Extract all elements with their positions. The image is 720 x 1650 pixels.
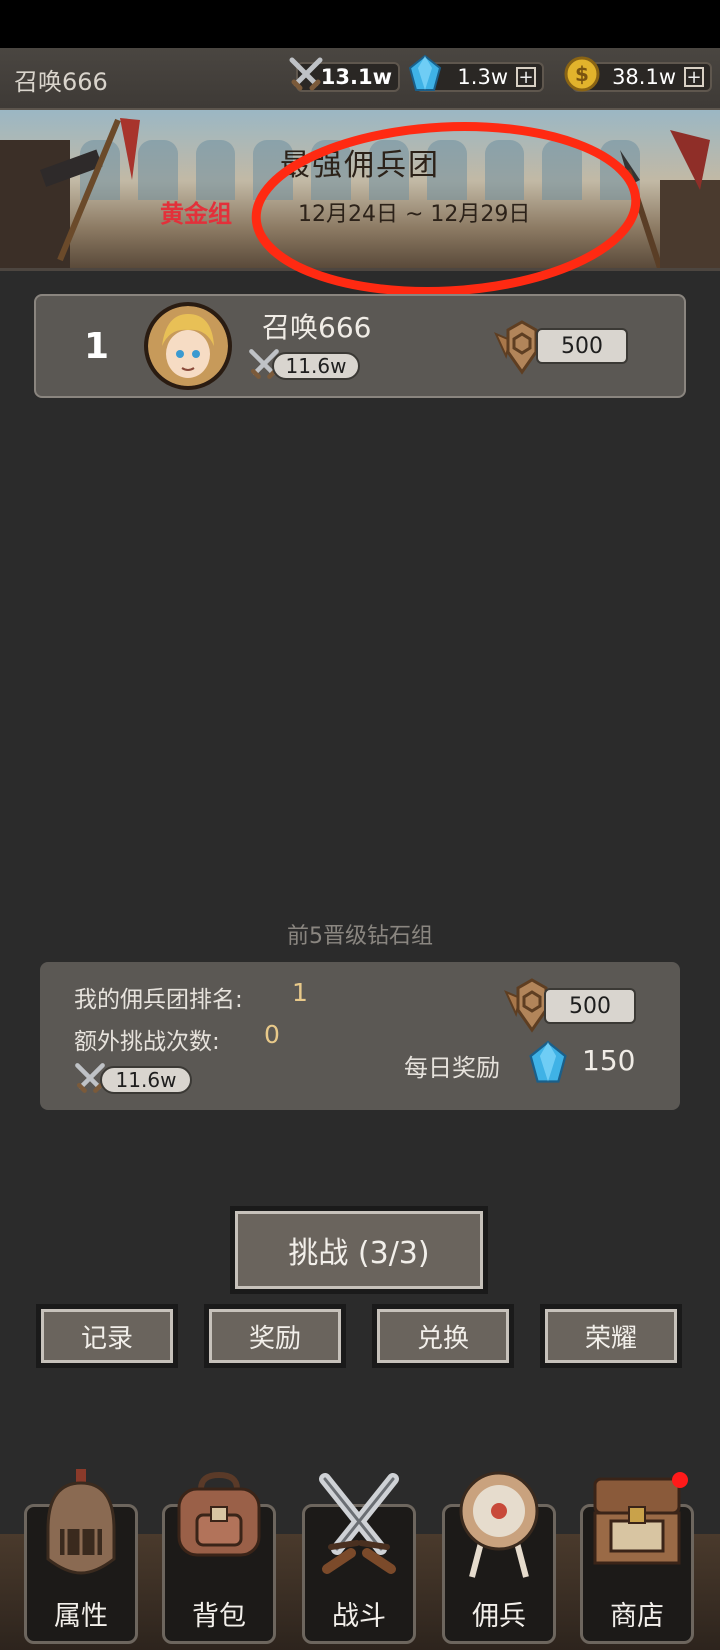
power-value: 13.1w [320,65,392,89]
add-diamond-button[interactable]: + [516,67,536,87]
record-button-label: 记录 [41,1309,173,1363]
my-rank-value: 1 [292,978,308,1007]
warrior-left-illustration [0,118,140,268]
glory-button[interactable]: 荣耀 [540,1304,682,1368]
shop-notification-dot [672,1472,688,1488]
reward-button-label: 奖励 [209,1309,341,1363]
my-rank-label: 我的佣兵团排名: [74,987,243,1013]
daily-reward-value: 150 [582,1044,636,1077]
my-power: 11.6w [100,1066,192,1094]
reward-button[interactable]: 奖励 [204,1304,346,1368]
diamond-value: 1.3w [457,65,508,89]
crossed-swords-icon [319,1473,399,1574]
my-info-panel: 我的佣兵团排名: 1 额外挑战次数: 0 11.6w 500 每日奖励 150 [40,962,680,1110]
extra-challenges-label: 额外挑战次数: [74,1029,220,1055]
crossed-swords-icon [289,57,323,91]
nav-attributes[interactable]: 属性 [24,1469,138,1644]
nav-shop[interactable]: 商店 [580,1477,694,1644]
backpack-icon [177,1471,261,1557]
nav-backpack-label: 背包 [192,1601,246,1632]
glory-button-label: 荣耀 [545,1309,677,1363]
rank-score: 500 [536,328,628,364]
gold-display: $ 38.1w + [564,56,712,92]
extra-challenges-value: 0 [264,1020,280,1049]
ranking-row[interactable]: 1 召唤666 11.6w 500 [34,294,686,398]
group-label: 黄金组 [160,200,232,228]
nav-mercenary[interactable]: 佣兵 [442,1471,556,1644]
rank-player-name: 召唤666 [262,311,372,344]
chest-icon [593,1477,681,1565]
nav-battle[interactable]: 战斗 [302,1473,416,1644]
challenge-button[interactable]: 挑战 (3/3) [230,1206,488,1294]
nav-battle-label: 战斗 [332,1601,386,1632]
player-name: 召唤666 [14,68,108,96]
gold-coin-icon: $ [564,56,600,92]
target-icon [459,1471,539,1578]
diamond-icon [408,54,442,91]
power-display: 13.1w [289,57,400,92]
diamond-icon [529,1040,567,1083]
diamond-display: 1.3w + [408,54,544,92]
daily-reward-label: 每日奖励 [404,1054,500,1082]
record-button[interactable]: 记录 [36,1304,178,1368]
helmet-icon [46,1469,116,1575]
promotion-note: 前5晋级钻石组 [287,924,433,949]
nav-shop-label: 商店 [610,1601,664,1632]
add-gold-button[interactable]: + [684,67,704,87]
rank-power: 11.6w [272,352,360,380]
exchange-button[interactable]: 兑换 [372,1304,514,1368]
challenge-button-label: 挑战 (3/3) [235,1211,483,1289]
annotation-ellipse [251,122,641,296]
top-resource-bar: 召唤666 13.1w 1.3w + $ 38.1w + [0,48,720,110]
nav-attributes-label: 属性 [54,1601,108,1632]
avatar [144,302,232,390]
svg-text:$: $ [575,62,589,86]
nav-backpack[interactable]: 背包 [162,1471,276,1644]
my-score: 500 [544,988,636,1024]
gold-value: 38.1w [612,65,676,89]
exchange-button-label: 兑换 [377,1309,509,1363]
rank-number: 1 [84,326,110,367]
status-bar [0,0,720,48]
nav-mercenary-label: 佣兵 [472,1601,526,1632]
